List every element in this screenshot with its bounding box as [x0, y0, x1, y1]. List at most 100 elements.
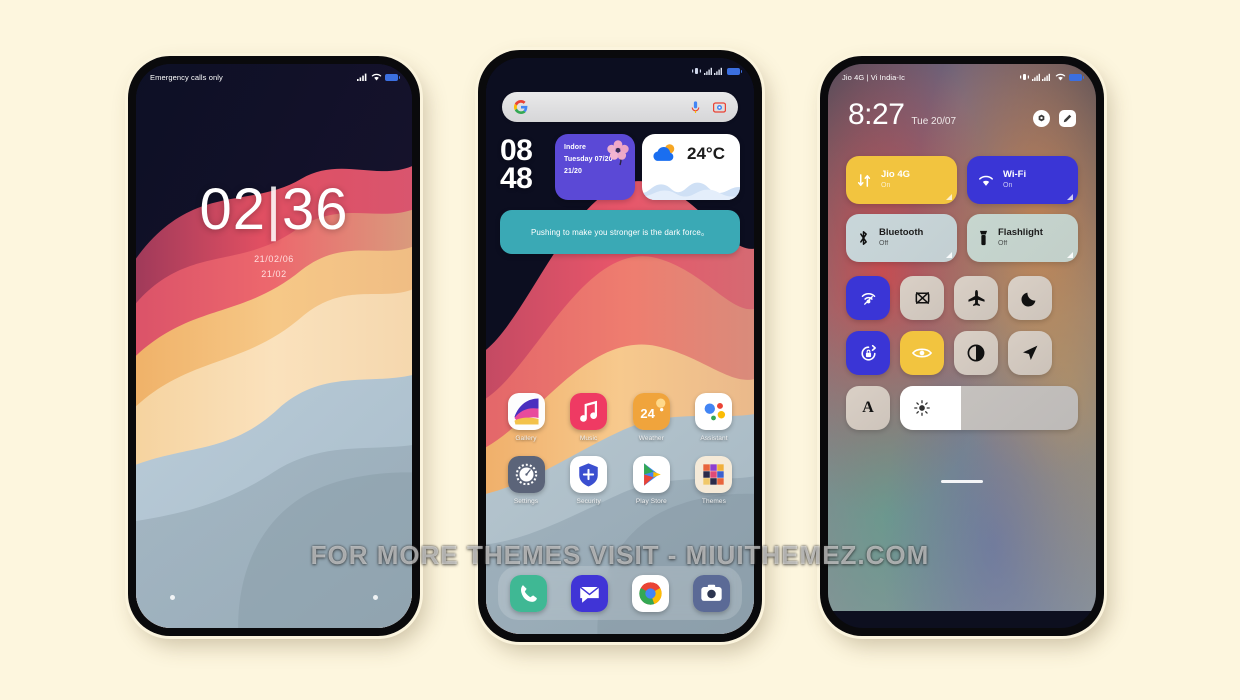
cc-tile-row-2: Bluetooth Off Flashlight Off — [846, 214, 1078, 262]
google-g-icon — [514, 100, 528, 114]
message-bubble-icon[interactable] — [571, 574, 608, 612]
microphone-icon[interactable] — [690, 100, 701, 114]
info-extra: 21/20 — [564, 168, 583, 175]
location-toggle[interactable] — [1008, 331, 1052, 375]
google-assistant-icon — [695, 393, 733, 430]
tile-wifi[interactable]: Wi-Fi On — [967, 156, 1078, 204]
app-grid: Gallery Music 24 Weather Assistant Setti… — [498, 393, 742, 519]
cc-status-bar: Jio 4G | Vi India-Ic — [828, 64, 1096, 90]
svg-text:24: 24 — [640, 406, 655, 421]
wifi-icon — [979, 175, 993, 186]
lock-shortcuts — [136, 595, 412, 600]
widget-row: 08 48 Indore Tuesday 07/20 21/20 24°C — [500, 134, 740, 200]
screenshot-toggle[interactable] — [900, 276, 944, 320]
flower-icon — [607, 140, 629, 166]
weather-top-row: 24°C — [642, 134, 740, 164]
dual-signal-icon — [1032, 73, 1050, 81]
tile-flashlight[interactable]: Flashlight Off — [967, 214, 1078, 262]
tile-state: Off — [879, 240, 889, 247]
lock-date-block: 21/02/06 21/02 — [136, 252, 412, 282]
info-widget[interactable]: Indore Tuesday 07/20 21/20 — [555, 134, 635, 200]
airplane-toggle[interactable] — [954, 276, 998, 320]
app-label: Play Store — [635, 498, 667, 505]
home-screen-display: 08 48 Indore Tuesday 07/20 21/20 24°C Pu… — [486, 58, 754, 634]
cc-date: Tue 20/07 — [911, 116, 957, 127]
google-lens-icon[interactable] — [713, 101, 726, 114]
rotation-lock-toggle[interactable] — [846, 331, 890, 375]
screenshot-icon — [915, 292, 929, 304]
home-status-bar — [486, 58, 754, 84]
lock-status-bar: Emergency calls only — [136, 64, 412, 90]
weather-widget[interactable]: 24°C — [642, 134, 740, 200]
signal-icon — [357, 73, 367, 81]
status-icons — [1020, 73, 1084, 81]
clock-separator: | — [265, 177, 283, 242]
cc-toggle-grid: A — [846, 276, 1078, 430]
app-label: Settings — [513, 498, 539, 505]
tile-bluetooth[interactable]: Bluetooth Off — [846, 214, 957, 262]
settings-gear-icon — [507, 456, 545, 493]
home-indicator-bar — [941, 480, 983, 483]
mobile-data-icon — [857, 173, 871, 187]
tile-expand-corner[interactable] — [1067, 252, 1073, 258]
cc-toggle-row-2 — [846, 331, 1078, 375]
dnd-toggle[interactable] — [1008, 276, 1052, 320]
app-label: Music — [579, 435, 598, 442]
bluetooth-icon — [860, 231, 867, 245]
camera-icon[interactable] — [693, 574, 730, 612]
home-clock-widget: 08 48 — [500, 134, 548, 194]
lock-clock: 02|36 — [136, 176, 412, 243]
app-settings[interactable]: Settings — [498, 456, 554, 505]
cc-tile-grid: Jio 4G On Wi-Fi On Bluetooth Off Flashli… — [846, 156, 1078, 272]
clock-widget-hours: 08 — [500, 134, 533, 167]
clock-minutes: 36 — [282, 177, 349, 242]
dark-mode-toggle[interactable] — [954, 331, 998, 375]
quote-text: Pushing to make you stronger is the dark… — [530, 227, 710, 237]
quote-widget[interactable]: Pushing to make you stronger is the dark… — [500, 210, 740, 254]
edit-button[interactable] — [1059, 110, 1076, 127]
tile-expand-corner[interactable] — [1067, 194, 1073, 200]
tile-expand-corner[interactable] — [946, 252, 952, 258]
chrome-icon[interactable] — [632, 574, 669, 612]
tile-mobile-data[interactable]: Jio 4G On — [846, 156, 957, 204]
dual-signal-icon — [704, 67, 722, 75]
brightness-icon — [914, 400, 930, 416]
lock-wallpaper — [136, 64, 412, 628]
control-center-header: 8:27 Tue 20/07 — [848, 100, 1076, 130]
app-security[interactable]: Security — [561, 456, 617, 505]
tile-state: Off — [998, 240, 1008, 247]
hotspot-icon — [861, 292, 875, 305]
app-play-store[interactable]: Play Store — [623, 456, 679, 505]
vibrate-icon — [1020, 74, 1029, 80]
camera-shortcut-dot[interactable] — [170, 595, 175, 600]
hotspot-toggle[interactable] — [846, 276, 890, 320]
tile-title: Flashlight — [998, 227, 1043, 238]
app-label: Gallery — [515, 435, 537, 442]
app-themes[interactable]: Themes — [686, 456, 742, 505]
google-search-bar[interactable] — [502, 92, 738, 122]
security-shield-icon — [570, 456, 608, 493]
settings-button[interactable] — [1033, 110, 1050, 127]
weather-24-icon: 24 — [632, 393, 670, 430]
phone-handset-icon[interactable] — [510, 574, 547, 612]
app-weather[interactable]: 24 Weather — [623, 393, 679, 442]
app-assistant[interactable]: Assistant — [686, 393, 742, 442]
app-music[interactable]: Music — [561, 393, 617, 442]
cc-brightness-row: A — [846, 386, 1078, 430]
clock-hours: 02 — [199, 177, 266, 242]
tile-expand-corner[interactable] — [946, 194, 952, 200]
sun-behind-cloud-icon — [653, 144, 675, 161]
reading-mode-toggle[interactable] — [900, 331, 944, 375]
app-label: Weather — [638, 435, 664, 442]
gallery-icon — [507, 393, 545, 430]
location-arrow-icon — [1023, 345, 1038, 360]
flashlight-shortcut-dot[interactable] — [373, 595, 378, 600]
pencil-icon — [1063, 114, 1072, 123]
eye-icon — [912, 348, 932, 358]
phone-home-screen: 08 48 Indore Tuesday 07/20 21/20 24°C Pu… — [478, 50, 762, 642]
auto-brightness-button[interactable]: A — [846, 386, 890, 430]
music-note-icon — [570, 393, 608, 430]
app-gallery[interactable]: Gallery — [498, 393, 554, 442]
control-center-display: Jio 4G | Vi India-Ic 8:27 Tue 20/07 Jio … — [828, 64, 1096, 628]
brightness-slider[interactable] — [900, 386, 1078, 430]
